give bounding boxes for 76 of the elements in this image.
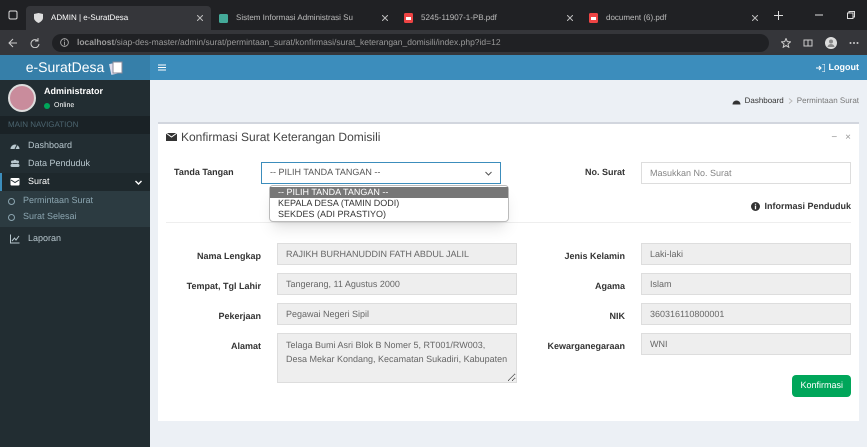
signature-select[interactable]: -- PILIH TANDA TANGAN -- (261, 162, 501, 184)
site-icon (219, 14, 228, 22)
field-label: Pekerjaan (217, 310, 262, 322)
input-field[interactable]: Islam (641, 272, 851, 294)
address-bar[interactable]: localhost/siap-des-master/admin/surat/permintaan_surat/konfirmasi/surat_keterangan_domisili/index.php?id=12 (52, 34, 769, 52)
favorites-icon[interactable] (803, 38, 813, 48)
logout-icon (816, 64, 824, 72)
dropdown-option[interactable]: SEKDES (ADI PRASTIYO) (270, 209, 508, 220)
field-label: Agama (594, 280, 626, 292)
caret-icon (485, 170, 492, 176)
back-icon[interactable] (8, 38, 18, 48)
envelope-icon (10, 177, 20, 187)
url-text: localhost/siap-des-master/admin/surat/permintaan_surat/konfirmasi/surat_keterangan_domisili/index.php?id=12 (77, 36, 501, 49)
info-icon (60, 38, 69, 47)
input-field[interactable]: RAJIKH BURHANUDDIN FATH ABDUL JALIL (277, 242, 517, 264)
pdf-icon (404, 13, 413, 23)
close-button[interactable]: × (845, 130, 851, 144)
line-chart-icon (10, 234, 20, 244)
restore-icon[interactable] (847, 11, 855, 19)
input-field[interactable]: WNI (641, 332, 851, 354)
nav-item[interactable]: Surat (0, 173, 150, 191)
menu-icon[interactable] (158, 64, 166, 71)
input-field[interactable]: Laki-laki (641, 242, 851, 264)
nav-heading: MAIN NAVIGATION (8, 119, 78, 131)
field-label: NIK (608, 310, 626, 322)
field-label: Kewarganegaraan (546, 340, 626, 352)
browser-tab[interactable]: document (6).pdf (581, 6, 766, 30)
field-label: No. Surat (584, 166, 626, 180)
browser-tab[interactable]: ADMIN | e-SuratDesa (26, 6, 211, 30)
info-icon (751, 202, 760, 212)
pdf-icon (589, 13, 598, 23)
text-area[interactable]: Telaga Bumi Asri Blok B Nomer 5, RT001/RW003, Desa Mekar Kondang, Kecamatan Sukadiri, Kabupaten (277, 332, 517, 382)
shield-icon (34, 13, 43, 23)
new-tab-icon[interactable] (774, 10, 783, 20)
close-icon[interactable] (197, 15, 203, 21)
dropdown-option[interactable]: -- PILIH TANDA TANGAN -- (270, 187, 508, 198)
nav-item[interactable]: Laporan (0, 230, 150, 248)
browser-tab[interactable]: Sistem Informasi Administrasi Su (211, 6, 396, 30)
dropdown-option[interactable]: KEPALA DESA (TAMIN DODI) (270, 198, 508, 209)
nav-item[interactable]: Data Penduduk (0, 155, 150, 173)
documents-icon (108, 60, 124, 76)
logo[interactable]: e-SuratDesa (0, 55, 150, 80)
avatar (8, 84, 36, 112)
chevron-icon (135, 180, 142, 184)
breadcrumb-link[interactable]: Permintaan Surat (796, 95, 859, 107)
breadcrumb-link[interactable]: Dashboard (744, 95, 784, 107)
logout-link[interactable]: Logout (828, 60, 859, 74)
field-label: Alamat (230, 340, 262, 352)
submenu-item[interactable]: Surat Selesai (0, 209, 150, 225)
user-name: Administrator (44, 85, 104, 98)
minimize-button[interactable]: − (831, 130, 838, 144)
profile-icon[interactable] (825, 36, 837, 48)
refresh-icon[interactable] (30, 38, 40, 48)
star-icon[interactable] (781, 38, 791, 48)
tab-actions-icon[interactable] (8, 10, 18, 20)
section-heading: Informasi Penduduk (764, 200, 851, 213)
envelope-icon (166, 133, 177, 141)
chevron-icon (788, 98, 793, 104)
close-icon[interactable] (752, 15, 758, 21)
input-field[interactable]: Tangerang, 11 Agustus 2000 (277, 272, 517, 294)
field-label: Jenis Kelamin (563, 250, 626, 262)
input-field[interactable]: Masukkan No. Surat (641, 162, 851, 184)
close-icon[interactable] (567, 15, 573, 21)
field-label: Tanda Tangan (173, 166, 235, 180)
close-icon[interactable] (382, 15, 388, 21)
nav-item[interactable]: Dashboard (0, 137, 150, 155)
box-title: Konfirmasi Surat Keterangan Domisili (181, 129, 380, 146)
browser-tab[interactable]: 5245-11907-1-PB.pdf (396, 6, 581, 30)
users-icon (10, 159, 20, 169)
field-label: Nama Lengkap (196, 250, 262, 262)
submenu-item[interactable]: Permintaan Surat (0, 193, 150, 209)
confirm-button[interactable]: Konfirmasi (792, 374, 851, 396)
field-label: Tempat, Tgl Lahir (186, 280, 262, 292)
input-field[interactable]: 360316110800001 (641, 302, 851, 324)
more-icon[interactable] (849, 40, 859, 44)
input-field[interactable]: Pegawai Negeri Sipil (277, 302, 517, 324)
